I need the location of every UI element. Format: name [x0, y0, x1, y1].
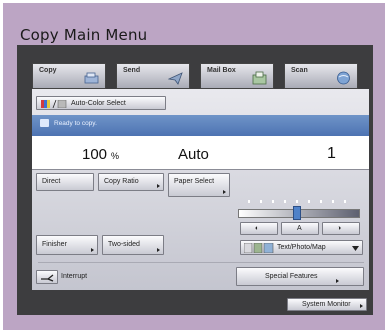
tab-mail-box[interactable]: Mail Box: [200, 63, 274, 89]
density-tick: [296, 200, 298, 203]
original-type-select[interactable]: Text/Photo/Map: [240, 240, 363, 255]
chevron-right-icon: [360, 304, 363, 308]
density-lighter-button[interactable]: ◐: [240, 222, 278, 235]
density-lighter-icon: ◐: [255, 225, 260, 232]
chevron-right-icon: [157, 248, 160, 252]
auto-color-select-label: Auto-Color Select: [71, 100, 126, 107]
copy-ratio-label: Copy Ratio: [104, 178, 139, 185]
density-darker-icon: ◑: [337, 225, 342, 232]
send-icon: [168, 72, 183, 85]
mailbox-icon: [252, 71, 267, 85]
tab-copy[interactable]: Copy: [32, 63, 106, 89]
original-type-icon: [244, 243, 274, 253]
density-tick: [332, 200, 334, 203]
status-message: Ready to copy.: [54, 120, 97, 127]
density-slider-handle[interactable]: [292, 206, 301, 220]
tab-scan-label: Scan: [291, 67, 308, 74]
density-scale: [240, 200, 358, 204]
copy-count-value: 1: [327, 145, 336, 162]
density-tick: [272, 200, 274, 203]
two-sided-button[interactable]: Two-sided: [102, 235, 164, 255]
density-tick: [284, 200, 286, 203]
panel-divider: [38, 262, 364, 263]
finisher-label: Finisher: [42, 241, 67, 248]
density-tick: [344, 200, 346, 203]
window-title: Copy Main Menu: [20, 26, 148, 44]
special-features-label: Special Features: [265, 273, 318, 280]
density-tick: [260, 200, 262, 203]
density-tick: [308, 200, 310, 203]
tab-mail-box-label: Mail Box: [207, 67, 236, 74]
copy-ratio-value: 100: [82, 146, 108, 163]
density-darker-button[interactable]: ◑: [322, 222, 360, 235]
tab-scan[interactable]: Scan: [284, 63, 358, 89]
system-monitor-label: System Monitor: [302, 301, 351, 308]
chevron-right-icon: [223, 190, 226, 194]
interrupt-icon: [41, 274, 54, 282]
density-tick: [320, 200, 322, 203]
paper-size-value: Auto: [178, 146, 209, 163]
chevron-right-icon: [91, 248, 94, 252]
chevron-down-icon: [352, 246, 359, 251]
status-copy-icon: [40, 119, 49, 127]
color-mode-icon: [41, 100, 67, 108]
copy-icon: [84, 72, 99, 84]
auto-color-select-button[interactable]: Auto-Color Select: [36, 96, 166, 110]
density-tick: [248, 200, 250, 203]
copy-ratio-button[interactable]: Copy Ratio: [98, 173, 164, 191]
window-header: Copy Main Menu: [3, 3, 385, 45]
density-auto-label: A: [297, 225, 302, 232]
direct-label: Direct: [42, 178, 61, 185]
system-monitor-button[interactable]: System Monitor: [287, 298, 367, 311]
original-type-label: Text/Photo/Map: [277, 244, 326, 251]
tab-send[interactable]: Send: [116, 63, 190, 89]
direct-button[interactable]: Direct: [36, 173, 94, 191]
interrupt-button[interactable]: [36, 270, 58, 284]
chevron-right-icon: [157, 184, 160, 188]
tab-copy-label: Copy: [39, 67, 57, 74]
copy-ratio-unit: %: [111, 151, 120, 161]
special-features-button[interactable]: Special Features: [236, 267, 364, 286]
tab-send-label: Send: [123, 67, 141, 74]
finisher-button[interactable]: Finisher: [36, 235, 98, 255]
chevron-right-icon: [336, 279, 339, 283]
scan-icon: [337, 71, 350, 85]
paper-select-label: Paper Select: [174, 178, 215, 185]
two-sided-label: Two-sided: [108, 241, 140, 248]
paper-select-button[interactable]: Paper Select: [168, 173, 230, 197]
density-auto-button[interactable]: A: [281, 222, 319, 235]
interrupt-label: Interrupt: [61, 273, 88, 280]
